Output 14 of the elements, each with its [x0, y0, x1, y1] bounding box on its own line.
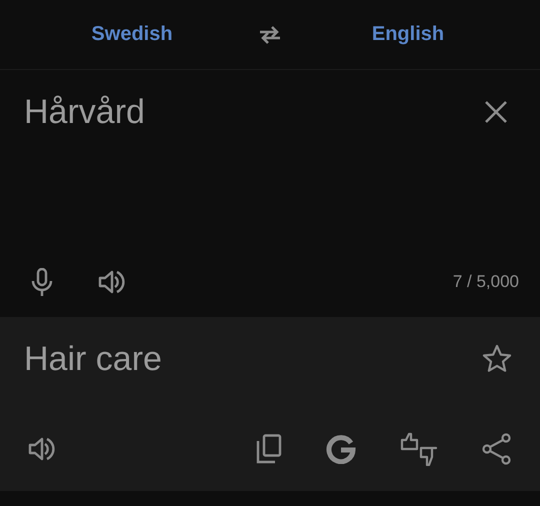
microphone-icon[interactable] [31, 268, 53, 296]
google-g-icon[interactable] [326, 434, 356, 464]
source-text[interactable]: Hårvård [24, 92, 145, 132]
speaker-icon[interactable] [98, 268, 126, 296]
source-language-button[interactable]: Swedish [85, 19, 179, 50]
share-icon[interactable] [482, 433, 512, 465]
copy-icon[interactable] [256, 434, 282, 464]
translation-text: Hair care [24, 339, 162, 379]
target-language-button[interactable]: English [366, 19, 450, 50]
thumbs-up-down-icon[interactable] [400, 432, 438, 466]
speaker-icon[interactable] [28, 435, 56, 463]
star-icon[interactable] [482, 344, 512, 374]
character-count: 7 / 5,000 [452, 272, 519, 292]
close-icon[interactable] [484, 100, 508, 124]
